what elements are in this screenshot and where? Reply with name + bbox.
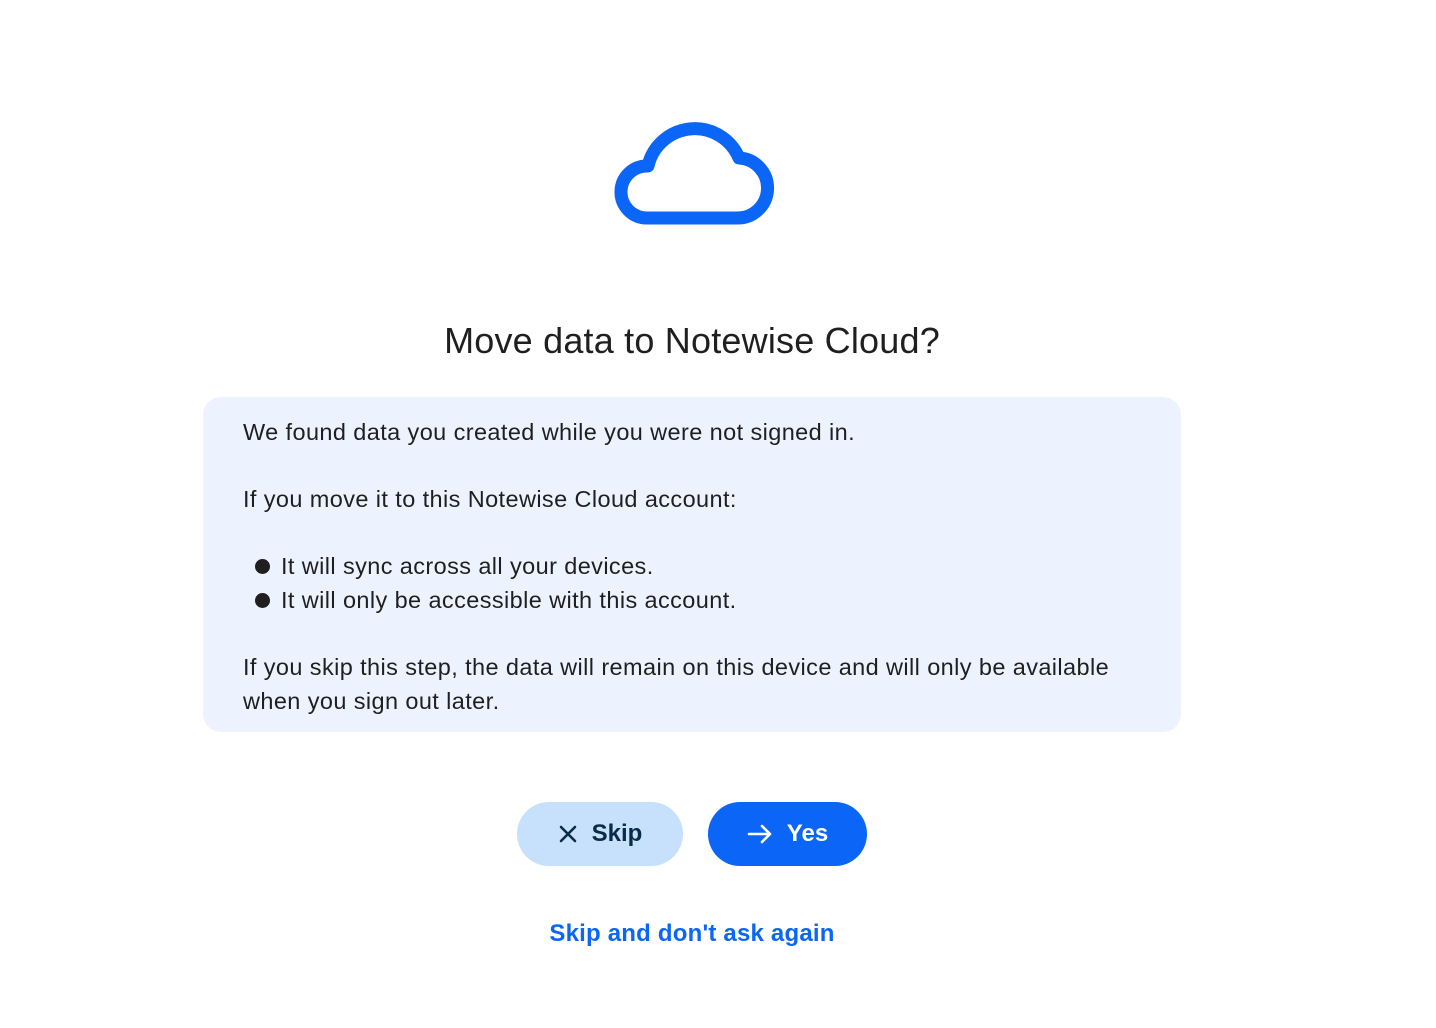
bullet-text: It will sync across all your devices. [281,553,654,579]
skip-button[interactable]: Skip [517,802,683,866]
info-bullet-list: It will sync across all your devices. It… [243,549,1141,617]
skip-dont-ask-again-link[interactable]: Skip and don't ask again [0,920,1384,948]
yes-button-label: Yes [786,820,829,847]
skip-button-label: Skip [591,820,643,847]
dialog-title: Move data to Notewise Cloud? [444,320,940,361]
arrow-right-icon [747,824,772,844]
info-panel: We found data you created while you were… [203,397,1181,732]
bullet-icon [255,559,270,574]
bullet-icon [255,593,270,608]
yes-button[interactable]: Yes [708,802,867,866]
info-lead-text: If you move it to this Notewise Cloud ac… [243,486,737,512]
close-icon [559,825,576,843]
cloud-icon [614,122,775,225]
move-data-dialog: Move data to Notewise Cloud? We found da… [0,0,1436,1028]
info-intro-text: We found data you created while you were… [243,419,856,445]
list-item: It will only be accessible with this acc… [243,583,1141,617]
list-item: It will sync across all your devices. [243,549,1141,583]
bullet-text: It will only be accessible with this acc… [281,587,737,613]
info-skip-note-text: If you skip this step, the data will rem… [243,654,1110,714]
